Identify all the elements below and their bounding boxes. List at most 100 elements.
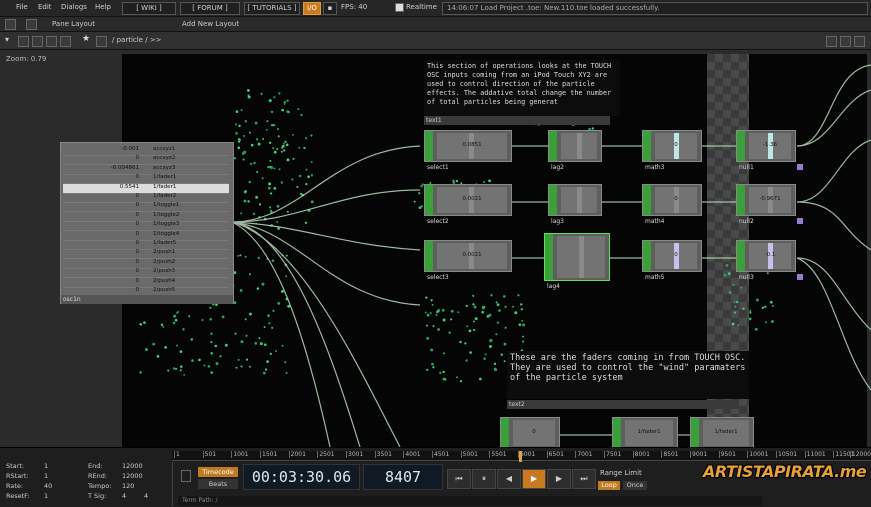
resetf-value[interactable]: 1	[44, 492, 48, 500]
osc-in-node[interactable]: -0.001 accxyz1 0 accxyz2 -0.004861 accxyz3 0 1/…	[60, 142, 234, 304]
tutorials-button[interactable]: [ TUTORIALS ]	[244, 2, 300, 15]
particle	[270, 123, 274, 127]
frame-display[interactable]: 8407	[363, 464, 443, 490]
playhead[interactable]	[519, 451, 522, 462]
node-bypass-strip[interactable]	[549, 185, 557, 215]
particle	[173, 314, 177, 318]
osc-channel-value: 0	[135, 258, 140, 265]
particle	[261, 282, 265, 286]
play-button[interactable]: ▶	[522, 469, 546, 489]
timeline-options-icon[interactable]	[181, 470, 191, 482]
node-bypass-strip[interactable]	[643, 241, 651, 271]
node-bypass-strip[interactable]	[501, 418, 509, 447]
particle	[441, 308, 445, 312]
start-value[interactable]: 1	[44, 462, 48, 470]
node-flag-icon[interactable]	[797, 274, 803, 280]
network-editor[interactable]: Zoom: 0.79 -0.001 accxyz1 0 accxyz2 -0.00486…	[0, 50, 871, 447]
node-value: -0.1	[764, 252, 776, 258]
particle	[239, 289, 243, 292]
tsig-a[interactable]: 4	[122, 492, 126, 500]
tempo-value[interactable]: 120	[122, 482, 134, 490]
particle	[732, 283, 735, 286]
node-bypass-strip[interactable]	[425, 185, 433, 215]
rend-value[interactable]: 12000	[122, 472, 143, 480]
operator-node[interactable]: lag2	[548, 130, 602, 171]
operator-node[interactable]: 0 math4	[642, 184, 702, 225]
node-flag-icon[interactable]	[797, 164, 803, 170]
particle	[452, 179, 455, 182]
up-icon[interactable]	[60, 36, 71, 47]
node-bypass-strip[interactable]	[545, 234, 553, 280]
node-bypass-strip[interactable]	[425, 131, 433, 161]
operator-node[interactable]: 0.0021 select2	[424, 184, 512, 225]
menu-file[interactable]: File	[16, 3, 28, 11]
node-bypass-strip[interactable]	[737, 131, 745, 161]
pane-split-icon[interactable]	[5, 19, 16, 30]
pane-menu-icon[interactable]: ▾	[5, 35, 9, 44]
forward-icon[interactable]	[46, 36, 57, 47]
star-icon[interactable]: ★	[82, 34, 90, 44]
stop-icon[interactable]	[18, 36, 29, 47]
node-bypass-strip[interactable]	[691, 418, 699, 447]
operator-node[interactable]: lag4	[544, 233, 610, 290]
tsig-b[interactable]: 4	[144, 492, 148, 500]
node-bypass-strip[interactable]	[737, 185, 745, 215]
timecode-display[interactable]: 00:03:30.06	[243, 464, 360, 490]
maximize-icon[interactable]	[840, 36, 851, 47]
menu-help[interactable]: Help	[95, 3, 111, 11]
comment-box-1[interactable]: This section of operations looks at the …	[424, 60, 620, 116]
menu-edit[interactable]: Edit	[38, 3, 52, 11]
close-icon[interactable]	[854, 36, 865, 47]
fast-forward-button[interactable]: ⏭	[572, 469, 596, 489]
home-icon[interactable]	[26, 19, 37, 30]
node-bypass-strip[interactable]	[643, 185, 651, 215]
operator-node[interactable]: 0.0021 select3	[424, 240, 512, 281]
node-bypass-strip[interactable]	[613, 418, 621, 447]
end-value[interactable]: 12000	[122, 462, 143, 470]
node-channel-bar	[577, 133, 583, 159]
beats-mode-button[interactable]: Beats	[198, 479, 238, 489]
network-path[interactable]: / particle / >>	[112, 36, 162, 44]
pause-button[interactable]: ⏸	[472, 469, 496, 489]
rstart-value[interactable]: 1	[44, 472, 48, 480]
add-layout-button[interactable]: Add New Layout	[182, 20, 239, 28]
operator-node[interactable]: 0	[500, 417, 560, 447]
wiki-button[interactable]: [ WIKI ]	[122, 2, 176, 15]
comment-1-text: This section of operations looks at the …	[427, 62, 612, 106]
operator-node[interactable]: -0.9671 null2	[736, 184, 803, 225]
term-path[interactable]: Term Path: /	[178, 496, 762, 506]
particle	[296, 186, 299, 189]
view-icon[interactable]	[826, 36, 837, 47]
realtime-checkbox[interactable]	[395, 3, 404, 12]
operator-node[interactable]: lag3	[548, 184, 602, 225]
operator-node[interactable]: 0 math3	[642, 130, 702, 171]
step-forward-button[interactable]: ▶	[547, 469, 571, 489]
once-button[interactable]: Once	[623, 481, 647, 490]
operator-node[interactable]: 1/fader1	[612, 417, 678, 447]
comment-box-2[interactable]: These are the faders coming in from TOUC…	[507, 351, 749, 399]
operator-node[interactable]: 0 math5	[642, 240, 702, 281]
operator-node[interactable]: -0.1 null3	[736, 240, 803, 281]
particle	[263, 343, 267, 346]
loop-button[interactable]: Loop	[598, 481, 620, 490]
node-flag-icon[interactable]	[797, 218, 803, 224]
node-bypass-strip[interactable]	[643, 131, 651, 161]
operator-node[interactable]: 0.0851 select1	[424, 130, 512, 171]
rewind-button[interactable]: ⏮	[447, 469, 471, 489]
node-channel-bar	[578, 236, 584, 278]
pane-layout-label[interactable]: Pane Layout	[52, 20, 95, 28]
node-bypass-strip[interactable]	[737, 241, 745, 271]
operator-node[interactable]: -1.36 null1	[736, 130, 803, 171]
info-button[interactable]: i/O	[303, 2, 321, 15]
forum-button[interactable]: [ FORUM ]	[180, 2, 240, 15]
home-network-icon[interactable]	[96, 36, 107, 47]
step-back-button[interactable]: ◀	[497, 469, 521, 489]
back-icon[interactable]	[32, 36, 43, 47]
timecode-mode-button[interactable]: Timecode	[198, 467, 238, 477]
node-bypass-strip[interactable]	[549, 131, 557, 161]
menu-dialogs[interactable]: Dialogs	[61, 3, 87, 11]
rate-value[interactable]: 40	[44, 482, 52, 490]
node-bypass-strip[interactable]	[425, 241, 433, 271]
operator-node[interactable]: 1/fader1	[690, 417, 754, 447]
particle	[740, 286, 743, 289]
